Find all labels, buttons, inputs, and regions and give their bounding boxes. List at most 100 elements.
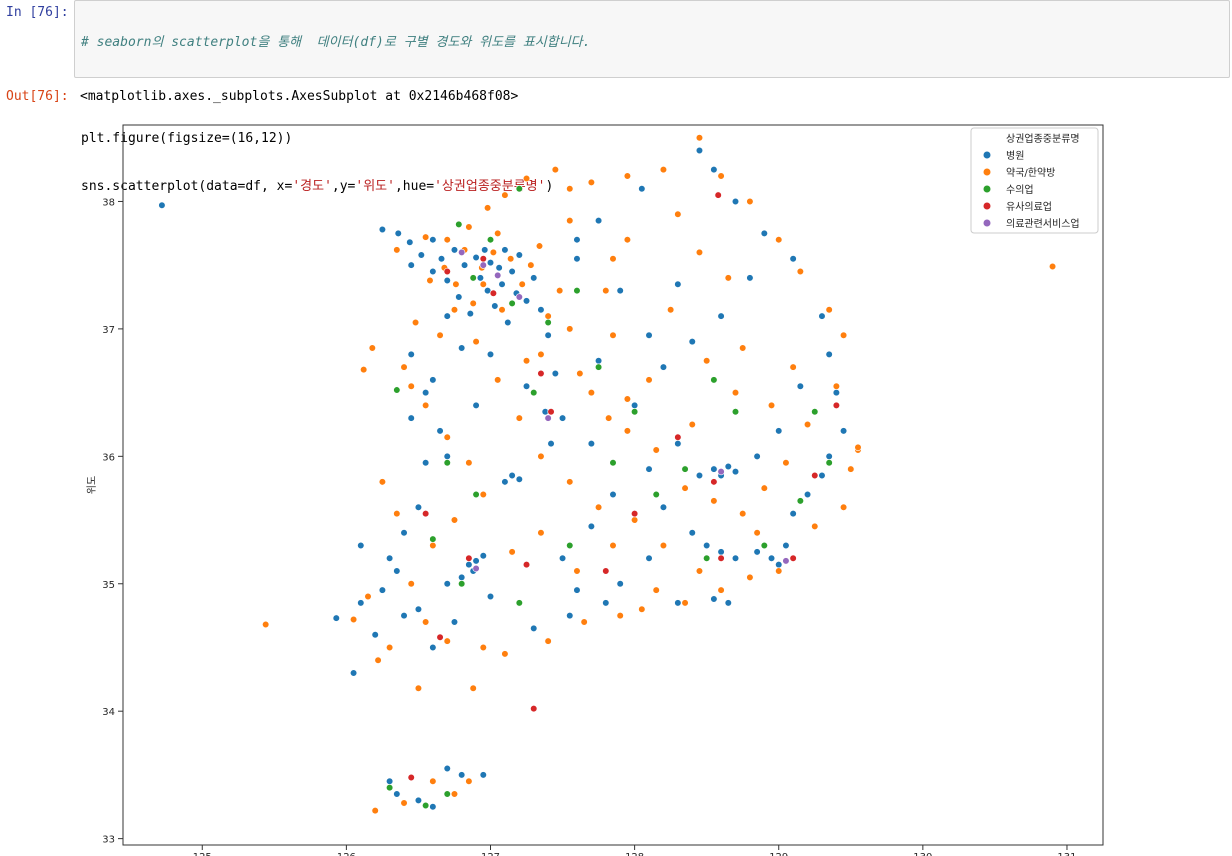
- data-point: [587, 522, 595, 531]
- data-point: [674, 280, 682, 288]
- data-point: [717, 468, 725, 476]
- data-point: [703, 541, 711, 550]
- data-point: [400, 612, 408, 620]
- data-point: [558, 414, 567, 422]
- data-point: [466, 310, 474, 318]
- data-point: [535, 242, 544, 250]
- data-point: [724, 274, 732, 282]
- data-point: [803, 420, 812, 429]
- data-point: [472, 401, 480, 409]
- data-point: [775, 561, 783, 569]
- data-point: [659, 363, 668, 371]
- data-point: [479, 261, 487, 269]
- data-point: [587, 439, 595, 448]
- data-point: [414, 684, 423, 692]
- x-tick-label: 131: [1057, 852, 1076, 856]
- data-point: [659, 166, 668, 174]
- data-point: [486, 350, 495, 358]
- data-point: [587, 389, 595, 397]
- data-point: [371, 806, 379, 815]
- y-tick-label: 38: [102, 197, 115, 208]
- data-point: [544, 414, 552, 422]
- data-point: [796, 497, 804, 505]
- data-point: [767, 554, 776, 562]
- data-point: [547, 408, 555, 416]
- data-point: [407, 773, 415, 782]
- data-point: [437, 255, 446, 263]
- data-point: [443, 312, 451, 320]
- data-point: [558, 554, 567, 562]
- data-point: [450, 246, 459, 254]
- data-point: [522, 297, 531, 305]
- data-point: [472, 253, 480, 262]
- data-point: [775, 567, 783, 575]
- data-point: [631, 510, 639, 518]
- data-point: [714, 191, 722, 199]
- data-point: [825, 452, 833, 460]
- data-point: [332, 614, 340, 622]
- data-point: [527, 261, 535, 269]
- data-point: [465, 554, 473, 562]
- data-point: [443, 764, 451, 773]
- data-point: [566, 325, 574, 333]
- data-point: [486, 236, 495, 244]
- data-point: [537, 452, 545, 460]
- data-point: [623, 172, 632, 180]
- data-point: [544, 331, 552, 339]
- data-point: [400, 799, 408, 807]
- data-point: [832, 389, 840, 397]
- data-point: [631, 401, 639, 409]
- data-point: [465, 459, 473, 467]
- data-point: [739, 344, 747, 352]
- data-point: [839, 503, 848, 511]
- data-point: [544, 318, 552, 327]
- data-point: [394, 229, 402, 237]
- data-point: [537, 350, 545, 358]
- data-point: [443, 267, 451, 276]
- data-point: [443, 276, 451, 285]
- data-point: [407, 580, 415, 588]
- data-point: [489, 289, 497, 297]
- data-point: [400, 529, 408, 537]
- data-point: [378, 478, 387, 486]
- data-point: [605, 414, 613, 422]
- data-point: [688, 529, 696, 537]
- data-point: [479, 643, 487, 652]
- data-point: [465, 561, 473, 569]
- data-point: [573, 567, 581, 575]
- data-point: [364, 592, 372, 601]
- data-point: [429, 777, 437, 785]
- data-point: [422, 233, 430, 241]
- data-point: [547, 439, 555, 448]
- data-point: [631, 516, 639, 524]
- data-point: [530, 705, 538, 713]
- data-point: [393, 510, 401, 518]
- data-point: [832, 382, 840, 390]
- data-point: [811, 522, 819, 531]
- data-point: [717, 554, 725, 562]
- data-point: [760, 229, 768, 237]
- data-point: [739, 510, 747, 518]
- data-point: [566, 216, 574, 225]
- data-point: [710, 166, 718, 174]
- legend-label: 수의업: [1006, 183, 1034, 196]
- data-point: [760, 484, 768, 492]
- data-point: [450, 790, 459, 798]
- data-point: [623, 236, 632, 244]
- data-point: [688, 338, 696, 346]
- data-point: [594, 357, 603, 365]
- data-point: [472, 557, 480, 565]
- legend-label: 유사의료업: [1006, 200, 1052, 213]
- data-point: [158, 201, 166, 209]
- data-point: [674, 210, 682, 218]
- data-point: [417, 251, 425, 259]
- data-point: [349, 669, 358, 677]
- legend-marker: [983, 219, 991, 227]
- data-point: [472, 564, 480, 573]
- data-point: [551, 166, 559, 174]
- data-point: [652, 490, 660, 499]
- data-point: [501, 246, 509, 254]
- data-point: [731, 389, 740, 397]
- data-point: [710, 595, 718, 603]
- data-point: [753, 452, 761, 460]
